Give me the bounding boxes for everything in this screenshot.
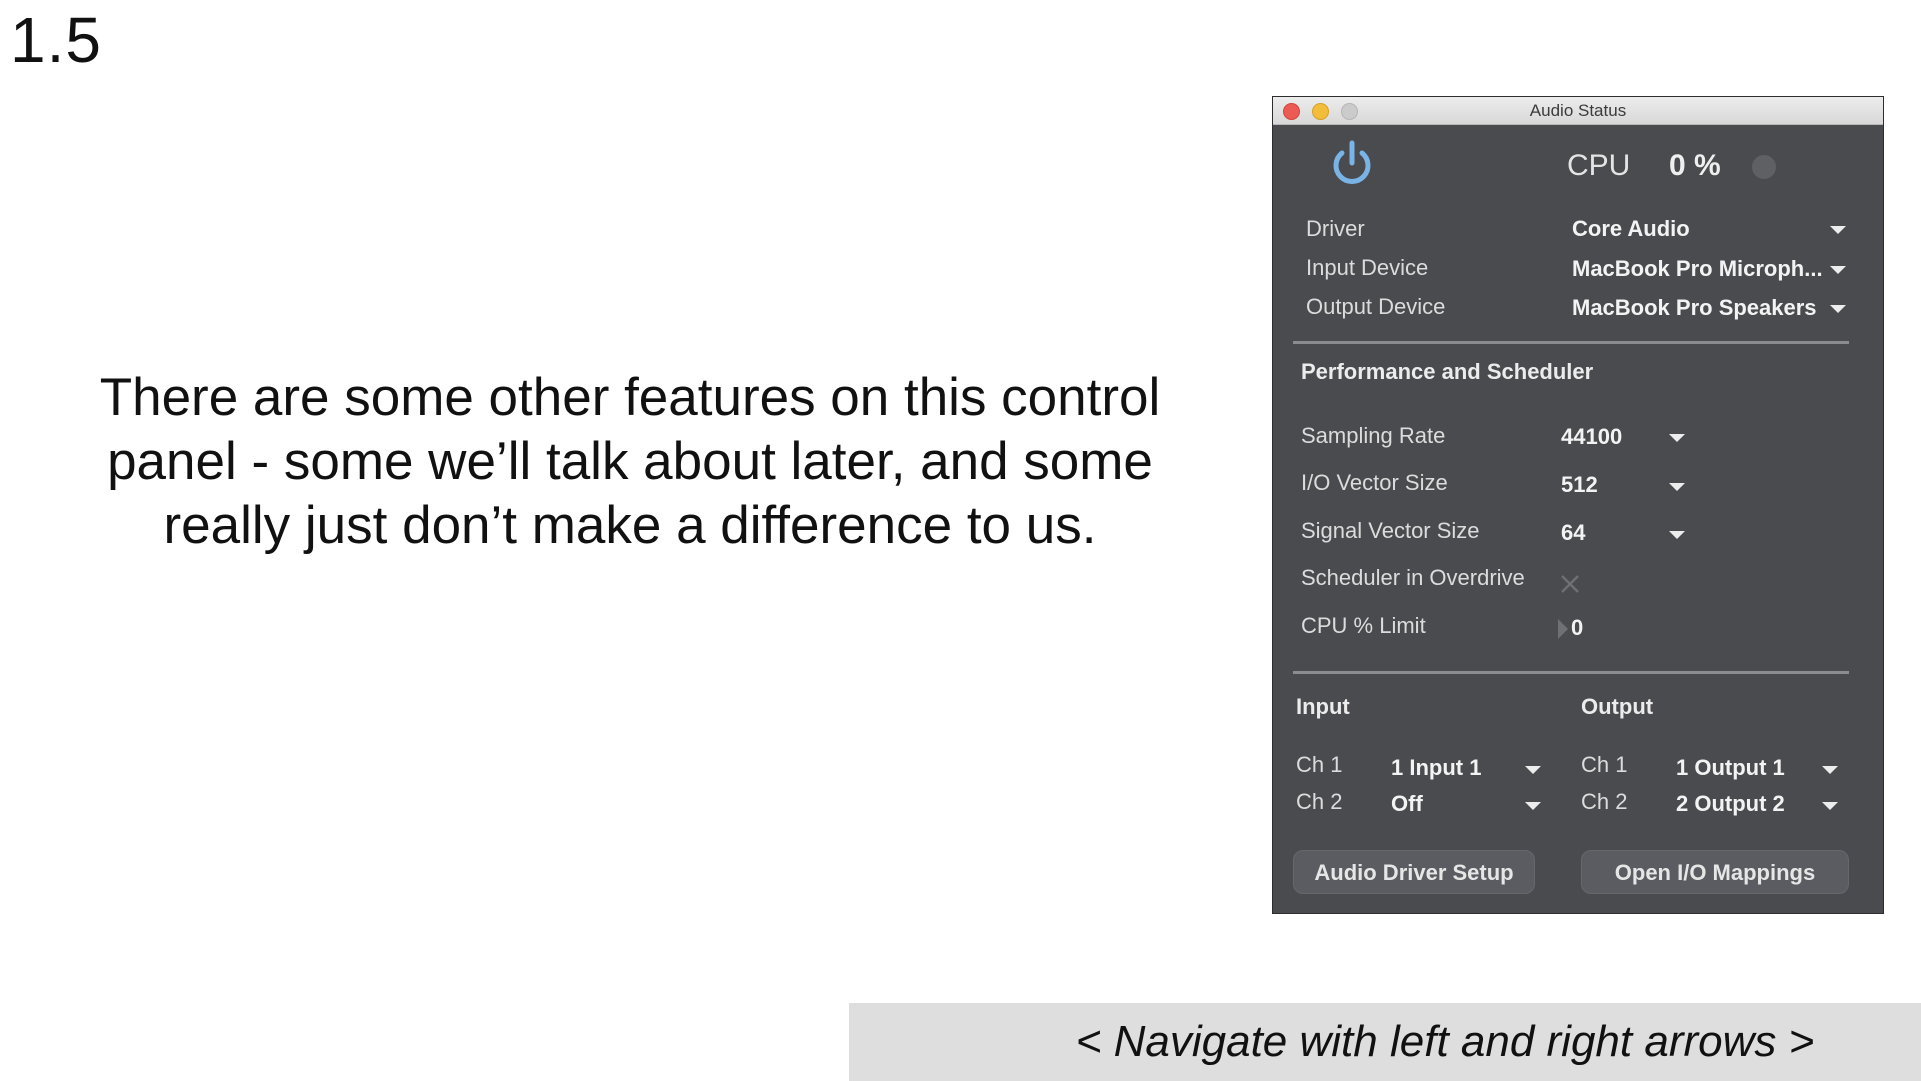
sampling-rate-label: Sampling Rate <box>1301 423 1446 448</box>
io-vector-size-select[interactable]: 512 <box>1561 472 1598 498</box>
input-ch1-label: Ch 1 <box>1296 752 1343 777</box>
output-ch2-select[interactable]: 2 Output 2 <box>1676 791 1785 817</box>
scheduler-overdrive-label: Scheduler in Overdrive <box>1301 565 1525 590</box>
audio-status-window: Audio Status CPU 0 % Driver Core Audio I… <box>1272 96 1884 914</box>
performance-heading: Performance and Scheduler <box>1301 359 1594 384</box>
chevron-down-icon[interactable] <box>1525 766 1541 774</box>
cpu-limit-number[interactable]: 0 <box>1571 615 1583 641</box>
slide-body-text: There are some other features on this co… <box>99 368 1161 555</box>
chevron-down-icon[interactable] <box>1669 434 1685 442</box>
chevron-down-icon[interactable] <box>1830 226 1846 234</box>
cpu-indicator-led <box>1752 155 1776 179</box>
chevron-down-icon[interactable] <box>1830 305 1846 313</box>
x-icon[interactable] <box>1559 573 1581 595</box>
input-device-label: Input Device <box>1306 255 1429 280</box>
audio-driver-setup-button[interactable]: Audio Driver Setup <box>1293 850 1535 894</box>
driver-select[interactable]: Core Audio <box>1572 216 1690 242</box>
cpu-label: CPU <box>1567 149 1631 182</box>
output-heading: Output <box>1581 694 1654 719</box>
input-ch2-label: Ch 2 <box>1296 789 1343 814</box>
navigation-hint: < Navigate with left and right arrows > <box>1075 1017 1815 1066</box>
driver-label: Driver <box>1306 216 1365 241</box>
input-device-select[interactable]: MacBook Pro Microph... <box>1572 256 1823 282</box>
input-ch1-select[interactable]: 1 Input 1 <box>1391 755 1481 781</box>
chevron-down-icon[interactable] <box>1669 483 1685 491</box>
output-device-label: Output Device <box>1306 294 1446 319</box>
chevron-down-icon[interactable] <box>1669 531 1685 539</box>
input-heading: Input <box>1296 694 1350 719</box>
input-ch2-select[interactable]: Off <box>1391 791 1423 817</box>
cpu-limit-label: CPU % Limit <box>1301 613 1426 638</box>
output-ch1-label: Ch 1 <box>1581 752 1628 777</box>
navigation-bar: < Navigate with left and right arrows > <box>849 1003 1921 1081</box>
cpu-value: 0 % <box>1669 149 1721 182</box>
sampling-rate-select[interactable]: 44100 <box>1561 424 1622 450</box>
divider <box>1293 341 1849 344</box>
window-titlebar[interactable]: Audio Status <box>1273 97 1883 125</box>
output-device-select[interactable]: MacBook Pro Speakers <box>1572 295 1817 321</box>
window-title: Audio Status <box>1529 101 1627 120</box>
io-vector-size-label: I/O Vector Size <box>1301 470 1448 495</box>
signal-vector-size-select[interactable]: 64 <box>1561 520 1585 546</box>
open-io-mappings-button[interactable]: Open I/O Mappings <box>1581 850 1849 894</box>
output-ch2-label: Ch 2 <box>1581 789 1628 814</box>
output-ch1-select[interactable]: 1 Output 1 <box>1676 755 1785 781</box>
chevron-down-icon[interactable] <box>1830 266 1846 274</box>
chevron-down-icon[interactable] <box>1525 802 1541 810</box>
power-icon[interactable] <box>1329 139 1375 189</box>
chevron-down-icon[interactable] <box>1822 802 1838 810</box>
chevron-down-icon[interactable] <box>1822 766 1838 774</box>
divider <box>1293 671 1849 674</box>
slide-number: 1.5 <box>10 4 102 76</box>
signal-vector-size-label: Signal Vector Size <box>1301 518 1480 543</box>
play-triangle-icon <box>1558 619 1568 639</box>
